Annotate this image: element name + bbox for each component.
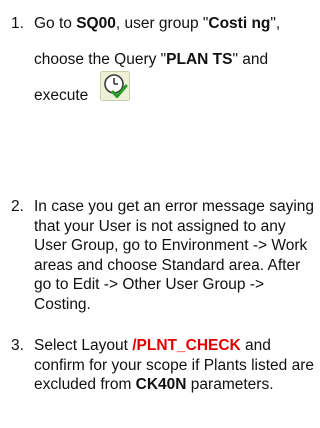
step-3-number: 3. — [11, 337, 24, 354]
step-3-text-e: parameters. — [186, 376, 274, 393]
layout-plnt-check: /PLNT_CHECK — [132, 337, 241, 354]
instructions-page: 1. Go to SQ00, user group "Costi ng", ch… — [0, 0, 318, 428]
user-group-costing: Costi ng — [208, 15, 271, 32]
step-1-number: 1. — [11, 15, 24, 32]
step-3-text-a: Select Layout — [34, 337, 133, 354]
step-1-text-c: , user group " — [115, 15, 209, 32]
step-1: 1. Go to SQ00, user group "Costi ng", ch… — [0, 6, 318, 176]
step-3-text: Select Layout /PLNT_CHECK and confirm fo… — [34, 336, 314, 395]
step-2-text: In case you get an error message saying … — [34, 198, 315, 313]
query-plants: PLAN TS — [166, 51, 233, 68]
step-2-number: 2. — [11, 198, 24, 215]
step-2: 2. In case you get an error message sayi… — [0, 197, 318, 332]
step-3: 3. Select Layout /PLNT_CHECK and confirm… — [0, 336, 318, 426]
step-1-text-a: Go to — [34, 15, 77, 32]
execute-icon[interactable] — [100, 70, 131, 101]
transaction-ck40n: CK40N — [135, 376, 187, 393]
step-1-text: Go to SQ00, user group "Costi ng", choos… — [34, 6, 314, 114]
transaction-sq00: SQ00 — [76, 15, 116, 32]
